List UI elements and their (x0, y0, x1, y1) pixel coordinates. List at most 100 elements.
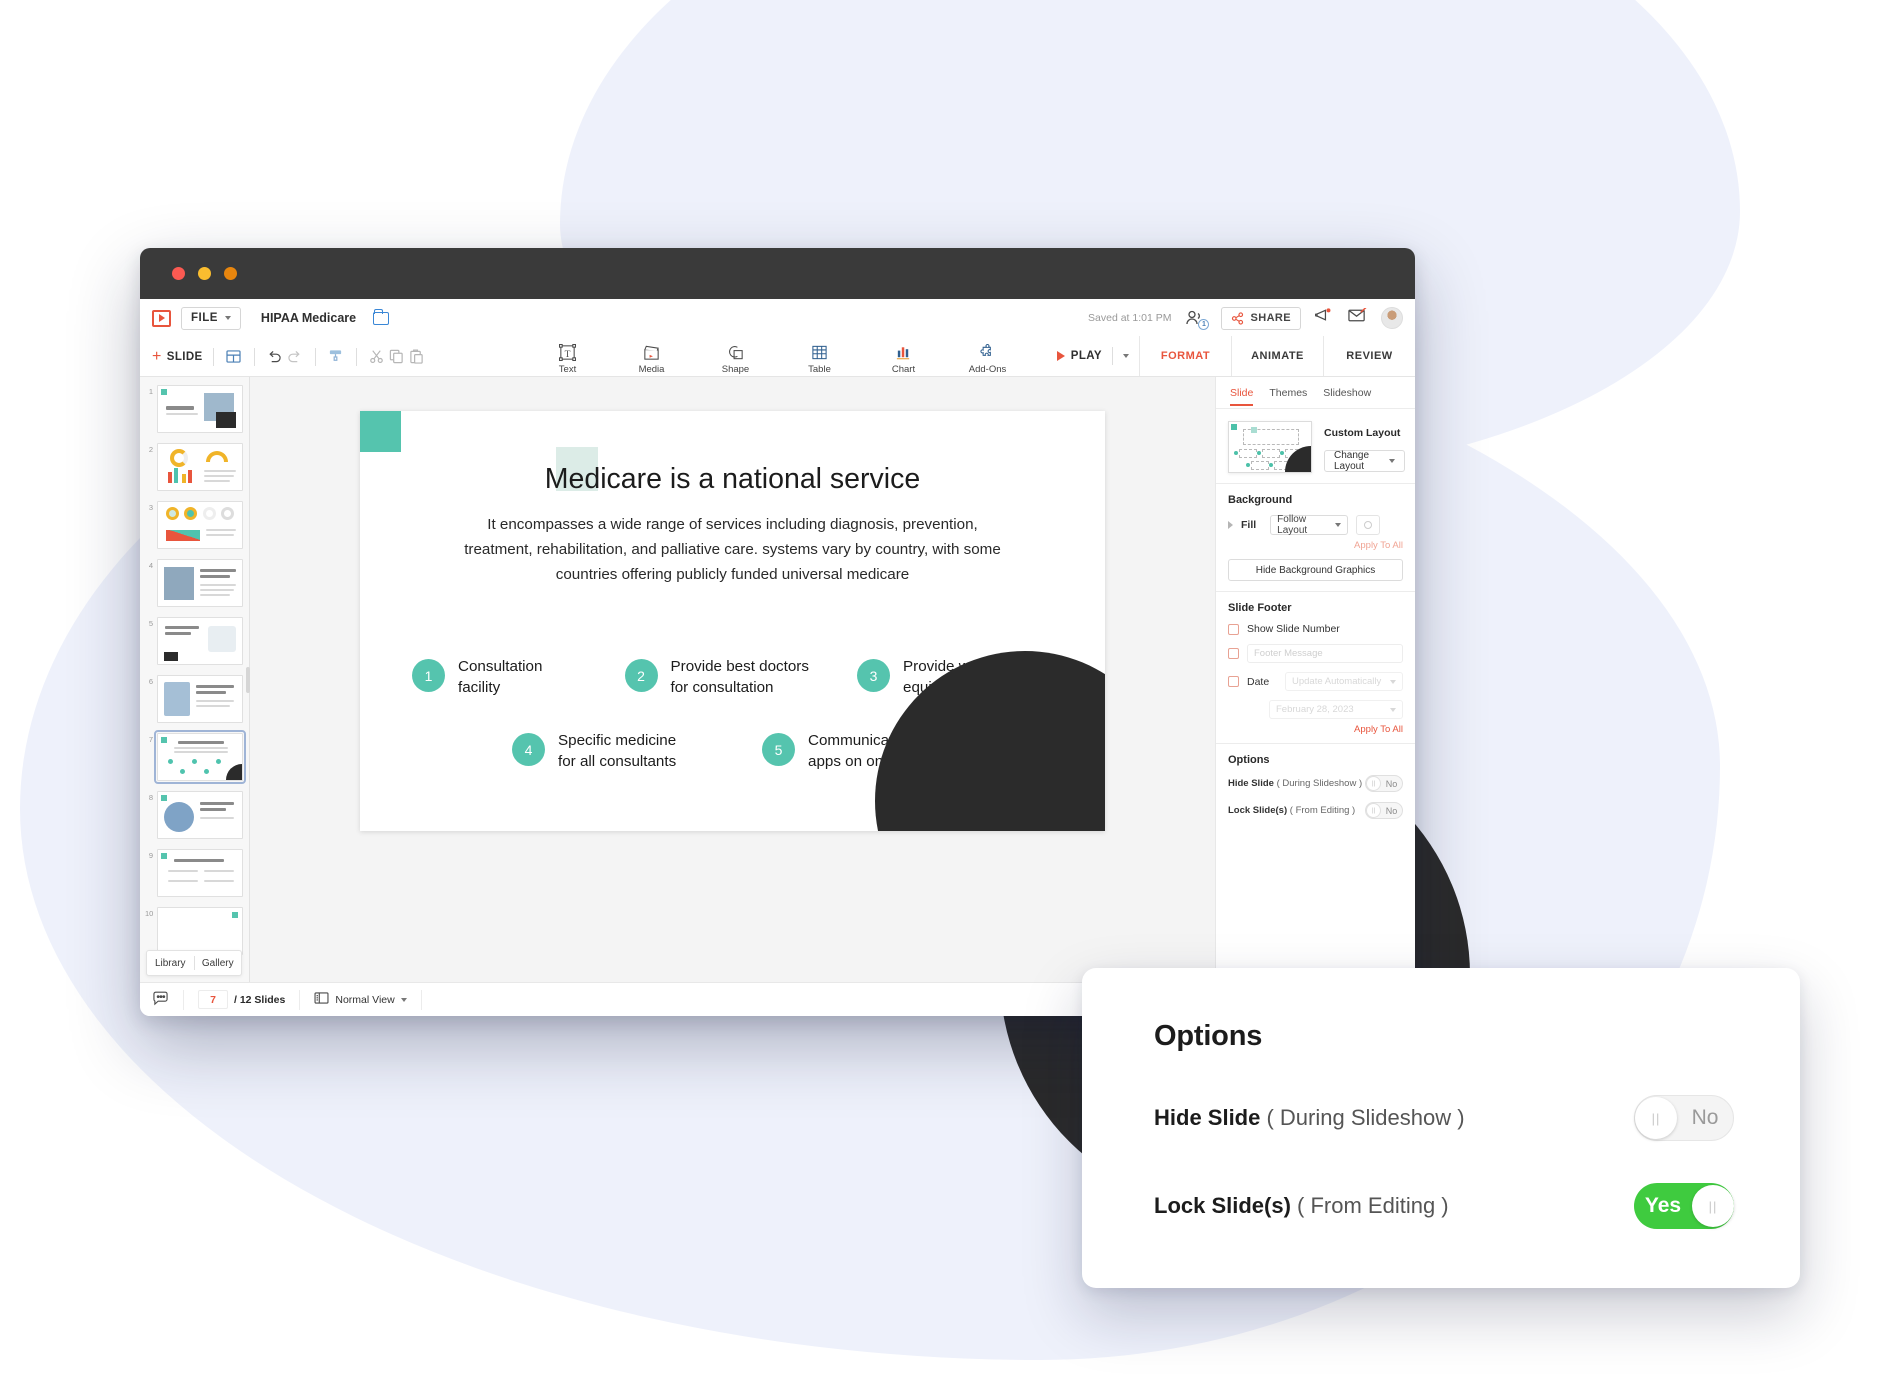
folder-icon[interactable] (373, 308, 390, 325)
chevron-down-icon (224, 316, 231, 320)
insert-addons-button[interactable]: Add-Ons (960, 342, 1016, 375)
thumbnail-item[interactable]: 9 (140, 849, 249, 907)
lock-slide-toggle[interactable]: || No (1365, 802, 1403, 819)
cut-icon[interactable] (367, 347, 387, 367)
toolbar-divider-2 (253, 347, 255, 366)
thumbnail-item[interactable]: 4 (140, 559, 249, 617)
comment-icon[interactable] (152, 991, 169, 1009)
insert-media-button[interactable]: Media (624, 342, 680, 375)
slide-thumbnails-panel[interactable]: 1 2 3 4 5 6 7 8 9 10 Library Gallery (140, 377, 250, 982)
thumbnail-slide-3[interactable] (157, 501, 243, 549)
add-slide-button[interactable]: + SLIDE (152, 348, 203, 365)
thumb-photo (164, 802, 194, 832)
date-value-select[interactable]: February 28, 2023 (1269, 700, 1403, 719)
insert-shape-button[interactable]: Shape (708, 342, 764, 375)
background-apply-to-all[interactable]: Apply To All (1228, 540, 1403, 551)
date-mode-select[interactable]: Update Automatically (1285, 672, 1403, 691)
library-button[interactable]: Library (147, 958, 194, 969)
toggle-knob: || (1366, 776, 1381, 791)
footer-message-checkbox[interactable] (1228, 648, 1239, 659)
feature-item-1[interactable]: 1 Consultation facility (412, 657, 612, 699)
minimize-window-button[interactable] (198, 267, 211, 280)
view-mode-selector[interactable]: Normal View (314, 992, 407, 1007)
paste-icon[interactable] (407, 347, 427, 367)
slide-layout-icon[interactable] (224, 347, 244, 367)
thumbnail-item[interactable]: 6 (140, 675, 249, 733)
thumbnail-item[interactable]: 1 (140, 385, 249, 443)
hide-slide-toggle[interactable]: || No (1365, 775, 1403, 792)
feature-item-2[interactable]: 2 Provide best doctors for consultation (624, 657, 845, 699)
fill-select[interactable]: Follow Layout (1270, 514, 1349, 536)
thumb-donut (184, 507, 197, 520)
feedback-mail-icon[interactable] (1348, 306, 1367, 328)
fill-color-swatch[interactable] (1356, 515, 1381, 535)
insert-chart-button[interactable]: Chart (876, 342, 932, 375)
hide-slide-row: Hide Slide ( During Slideshow ) || No (1228, 775, 1403, 792)
feature-item-4[interactable]: 4 Specific medicine for all consultants (512, 731, 727, 773)
thumbnail-slide-8[interactable] (157, 791, 243, 839)
panel-resize-handle[interactable] (246, 666, 250, 693)
date-checkbox[interactable] (1228, 676, 1239, 687)
share-button[interactable]: SHARE (1221, 306, 1301, 330)
expand-triangle-icon[interactable] (1228, 521, 1233, 529)
thumbnail-item[interactable]: 5 (140, 617, 249, 675)
footer-apply-to-all[interactable]: Apply To All (1228, 724, 1403, 735)
thumb-bullet (180, 769, 185, 774)
presentation-logo-icon (152, 309, 171, 327)
copy-icon[interactable] (387, 347, 407, 367)
workspace: 1 2 3 4 5 6 7 8 9 10 Library Gallery Med… (140, 377, 1415, 982)
thumbnail-slide-1[interactable] (157, 385, 243, 433)
file-menu-button[interactable]: FILE (181, 306, 241, 330)
play-button[interactable]: PLAY (1053, 336, 1139, 376)
file-menu-label: FILE (191, 312, 218, 324)
thumbnail-slide-6[interactable] (157, 675, 243, 723)
slide-corner-accent (360, 411, 401, 452)
insert-table-button[interactable]: Table (792, 342, 848, 375)
current-slide-number[interactable]: 7 (198, 990, 228, 1009)
collaborators-icon[interactable]: 1 (1185, 309, 1210, 330)
date-value: February 28, 2023 (1276, 704, 1354, 715)
gallery-button[interactable]: Gallery (195, 958, 242, 969)
fp-tab-themes[interactable]: Themes (1269, 387, 1307, 406)
footer-message-input[interactable]: Footer Message (1247, 644, 1403, 663)
format-panel-tabs: Slide Themes Slideshow (1216, 377, 1415, 406)
insert-text-button[interactable]: T Text (540, 342, 596, 375)
slide-canvas[interactable]: Medicare is a national service It encomp… (360, 411, 1105, 831)
fp-tab-slide[interactable]: Slide (1230, 387, 1254, 406)
background-heading: Background (1228, 494, 1293, 506)
user-avatar[interactable] (1381, 307, 1403, 329)
thumbnail-item[interactable]: 8 (140, 791, 249, 849)
format-painter-icon[interactable] (326, 347, 346, 367)
thumbnail-slide-2[interactable] (157, 443, 243, 491)
thumbnail-slide-10[interactable] (157, 907, 243, 955)
thumbnail-slide-9[interactable] (157, 849, 243, 897)
tab-animate[interactable]: ANIMATE (1231, 336, 1323, 376)
hide-background-graphics-button[interactable]: Hide Background Graphics (1228, 559, 1403, 581)
fp-tab-slideshow[interactable]: Slideshow (1323, 387, 1371, 406)
maximize-window-button[interactable] (224, 267, 237, 280)
thumbnail-item[interactable]: 3 (140, 501, 249, 559)
overlay-lock-slide-toggle[interactable]: Yes || (1634, 1183, 1734, 1229)
redo-icon[interactable] (285, 347, 305, 367)
thumbnail-item[interactable]: 2 (140, 443, 249, 501)
layout-bullet-dot (1257, 451, 1261, 455)
slide-title[interactable]: Medicare is a national service (360, 463, 1105, 496)
play-chevron-down-icon[interactable] (1123, 354, 1129, 358)
overlay-hide-slide-toggle[interactable]: || No (1634, 1095, 1734, 1141)
thumbnail-item-selected[interactable]: 7 (140, 730, 249, 791)
document-title[interactable]: HIPAA Medicare (261, 311, 356, 325)
tab-format[interactable]: FORMAT (1139, 336, 1231, 376)
slide-body-text[interactable]: It encompasses a wide range of services … (452, 513, 1013, 587)
thumbnail-slide-5[interactable] (157, 617, 243, 665)
announcement-icon[interactable] (1314, 307, 1334, 329)
thumb-dark-block (226, 764, 242, 780)
thumbnail-slide-7[interactable] (154, 730, 246, 784)
change-layout-button[interactable]: Change Layout (1324, 450, 1405, 472)
thumbnail-slide-4[interactable] (157, 559, 243, 607)
thumb-text-line (200, 802, 234, 805)
layout-thumbnail[interactable] (1228, 421, 1312, 473)
undo-icon[interactable] (265, 347, 285, 367)
show-slide-number-checkbox[interactable] (1228, 623, 1239, 635)
close-window-button[interactable] (172, 267, 185, 280)
tab-review[interactable]: REVIEW (1323, 336, 1415, 376)
